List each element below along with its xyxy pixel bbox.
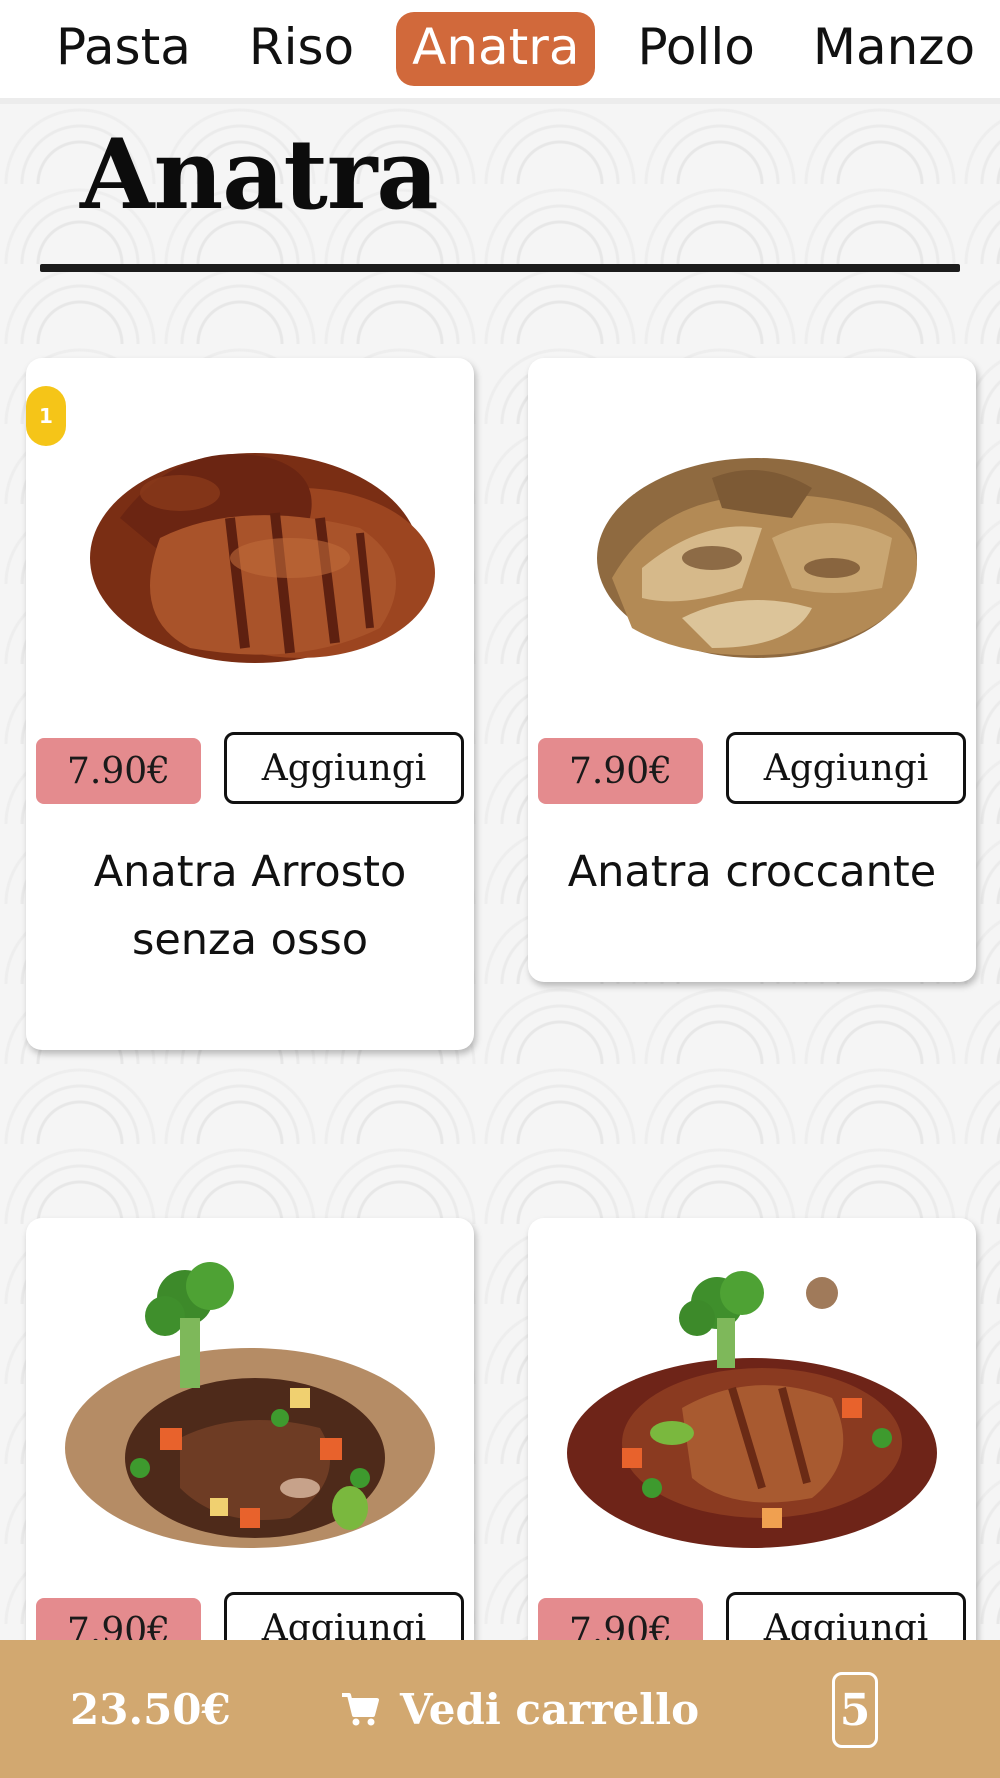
crispy-duck-image (562, 398, 942, 698)
duck-sauce-image (562, 1258, 942, 1558)
product-name: Anatra croccante (567, 847, 937, 897)
quantity-badge: 1 (26, 386, 66, 446)
product-card: 7.90€ Aggiungi Anatra croccante (528, 358, 976, 982)
product-card: 7.90€ Aggiungi Anatra Arrosto senza osso (26, 358, 474, 1050)
cart-count-badge: 5 (832, 1672, 878, 1748)
tab-pollo[interactable]: Pollo (621, 12, 770, 86)
tab-riso[interactable]: Riso (233, 12, 370, 86)
tab-pasta[interactable]: Pasta (40, 12, 207, 86)
roast-duck-image (60, 398, 440, 698)
tab-manzo[interactable]: Manzo (797, 12, 991, 86)
price-badge: 7.90€ (36, 738, 201, 804)
cart-bar: 23.50€ Vedi carrello 5 (0, 1640, 1000, 1778)
tab-anatra[interactable]: Anatra (396, 12, 596, 86)
add-button[interactable]: Aggiungi (726, 732, 966, 804)
category-nav: Pasta Riso Anatra Pollo Manzo (0, 0, 1000, 104)
price-badge: 7.90€ (538, 738, 703, 804)
add-button[interactable]: Aggiungi (224, 732, 464, 804)
product-name: Anatra Arrosto senza osso (93, 847, 407, 965)
view-cart-button[interactable]: Vedi carrello (340, 1640, 699, 1778)
cart-total: 23.50€ (70, 1684, 231, 1734)
duck-vegetables-image (60, 1258, 440, 1558)
view-cart-label: Vedi carrello (400, 1684, 700, 1734)
cart-icon (342, 1693, 379, 1726)
section-title: Anatra (80, 118, 439, 231)
section-divider (40, 264, 960, 272)
